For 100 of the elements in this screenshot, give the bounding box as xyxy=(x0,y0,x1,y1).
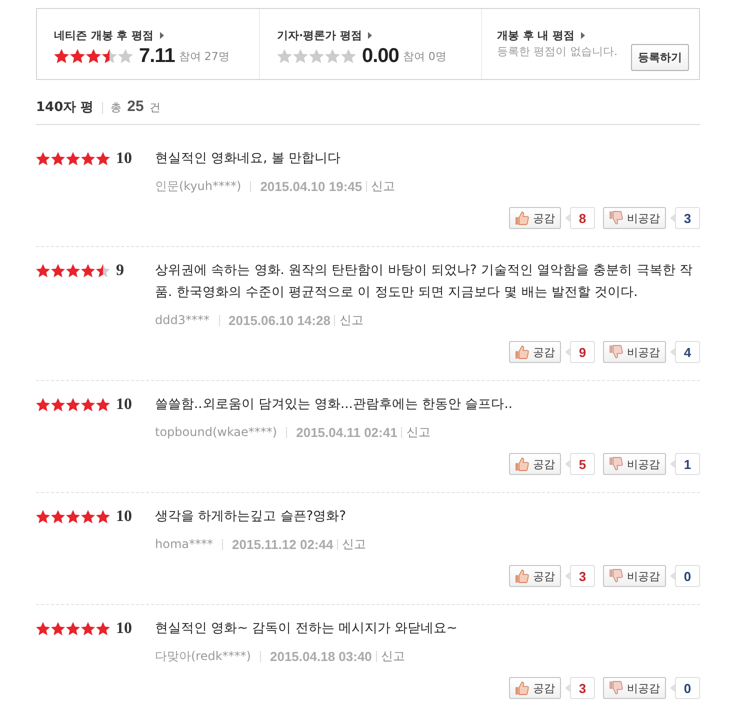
thumbs-down-icon xyxy=(609,569,623,583)
star-icon xyxy=(81,152,95,166)
like-count: 3 xyxy=(565,565,595,587)
dislike-count: 3 xyxy=(670,207,700,229)
dislike-button[interactable]: 비공감 xyxy=(603,677,666,699)
dislike-button[interactable]: 비공감 xyxy=(603,341,666,363)
star-icon xyxy=(36,264,50,278)
review-date: 2015.11.12 02:44 xyxy=(232,536,334,552)
like-button[interactable]: 공감 xyxy=(509,453,561,475)
thumbs-up-icon xyxy=(515,211,529,225)
review-author: 인문(kyuh****) xyxy=(155,178,242,194)
thumbs-up-icon xyxy=(515,345,529,359)
star-icon xyxy=(51,622,65,636)
star-icon xyxy=(66,398,80,412)
review-author: ddd3**** xyxy=(155,313,210,327)
review-total: 총 25 건 xyxy=(110,97,160,117)
section-heading: 140자 평 xyxy=(36,98,94,116)
like-button[interactable]: 공감 xyxy=(509,565,561,587)
star-icon xyxy=(54,48,69,64)
report-link[interactable]: 신고 xyxy=(339,312,364,328)
rating-title-link[interactable]: 기자·평론가 평점 xyxy=(277,27,372,43)
review-date: 2015.06.10 14:28 xyxy=(228,312,330,328)
star-icon xyxy=(341,48,356,64)
like-count: 5 xyxy=(565,453,595,475)
report-link[interactable]: 신고 xyxy=(406,424,430,440)
star-icon xyxy=(102,48,117,64)
caret-icon xyxy=(368,32,372,38)
dislike-button[interactable]: 비공감 xyxy=(603,453,666,475)
thumbs-down-icon xyxy=(609,681,623,695)
star-icon xyxy=(70,48,85,64)
participant-count: 참여 27명 xyxy=(178,48,230,64)
caret-icon xyxy=(580,32,584,38)
like-button[interactable]: 공감 xyxy=(509,677,561,699)
star-icon xyxy=(66,152,80,166)
dislike-button[interactable]: 비공감 xyxy=(603,207,666,229)
participant-count: 참여 0명 xyxy=(402,48,446,64)
like-button[interactable]: 공감 xyxy=(509,341,561,363)
star-icon xyxy=(66,510,80,524)
star-icon xyxy=(96,264,110,278)
review-score: 10 xyxy=(116,619,132,639)
star-icon xyxy=(51,152,65,166)
star-icon xyxy=(293,48,308,64)
star-icon xyxy=(118,48,133,64)
caret-icon xyxy=(160,32,164,38)
thumbs-down-icon xyxy=(609,457,623,471)
dislike-count: 0 xyxy=(670,565,700,587)
star-icon xyxy=(96,510,110,524)
review-text: 상위권에 속하는 영화. 원작의 탄탄함이 바탕이 되었나? 기술적인 열악함을 충분히 극복한 작품. 한국영화의 수준이 평균적으로 이 정도만 되면 지금보다 몇 배는 발전할 것이다. xyxy=(155,262,694,302)
review-date: 2015.04.11 02:41 xyxy=(296,424,398,440)
like-count: 3 xyxy=(565,677,595,699)
empty-rating-message: 등록한 평점이 없습니다. xyxy=(497,44,618,60)
review-date: 2015.04.10 19:45 xyxy=(260,178,362,194)
thumbs-up-icon xyxy=(515,681,529,695)
like-count: 8 xyxy=(565,207,595,229)
star-icon xyxy=(96,152,110,166)
review-text: 현실적인 영화네요, 볼 만합니다 xyxy=(155,150,342,168)
dislike-count: 0 xyxy=(670,677,700,699)
star-icon xyxy=(81,622,95,636)
star-icon xyxy=(309,48,324,64)
score-value: 7.11 xyxy=(139,44,175,68)
report-link[interactable]: 신고 xyxy=(371,178,396,194)
star-icon xyxy=(36,622,50,636)
star-icon xyxy=(51,264,65,278)
report-link[interactable]: 신고 xyxy=(380,648,405,664)
score-value: 0.00 xyxy=(362,44,399,68)
star-icon xyxy=(36,398,50,412)
report-link[interactable]: 신고 xyxy=(342,536,366,552)
star-icon xyxy=(51,510,65,524)
register-button[interactable]: 등록하기 xyxy=(631,44,689,71)
thumbs-up-icon xyxy=(515,457,529,471)
review-author: 다맞아(redk****) xyxy=(155,648,251,664)
thumbs-down-icon xyxy=(609,345,623,359)
star-icon xyxy=(51,398,65,412)
star-icon xyxy=(81,264,95,278)
review-author: homa**** xyxy=(155,537,213,551)
star-icon xyxy=(81,398,95,412)
thumbs-down-icon xyxy=(609,211,623,225)
dislike-count: 4 xyxy=(670,341,700,363)
rating-title-link[interactable]: 개봉 후 내 평점 xyxy=(497,27,584,43)
star-icon xyxy=(66,264,80,278)
rating-title-link[interactable]: 네티즌 개봉 후 평점 xyxy=(54,27,164,43)
star-icon xyxy=(96,398,110,412)
star-icon xyxy=(325,48,340,64)
star-icon xyxy=(36,152,50,166)
like-count: 9 xyxy=(565,341,595,363)
review-text: 생각을 하게하는깊고 슬픈?영화? xyxy=(155,508,348,526)
like-button[interactable]: 공감 xyxy=(509,207,561,229)
review-score: 9 xyxy=(116,261,124,281)
review-score: 10 xyxy=(116,149,132,169)
thumbs-up-icon xyxy=(515,569,529,583)
dislike-count: 1 xyxy=(670,453,700,475)
review-author: topbound(wkae****) xyxy=(155,425,278,439)
star-icon xyxy=(81,510,95,524)
star-icon xyxy=(96,622,110,636)
dislike-button[interactable]: 비공감 xyxy=(603,565,666,587)
star-icon xyxy=(86,48,101,64)
star-icon xyxy=(66,622,80,636)
star-icon xyxy=(277,48,292,64)
review-score: 10 xyxy=(116,507,132,527)
review-date: 2015.04.18 03:40 xyxy=(270,648,372,664)
